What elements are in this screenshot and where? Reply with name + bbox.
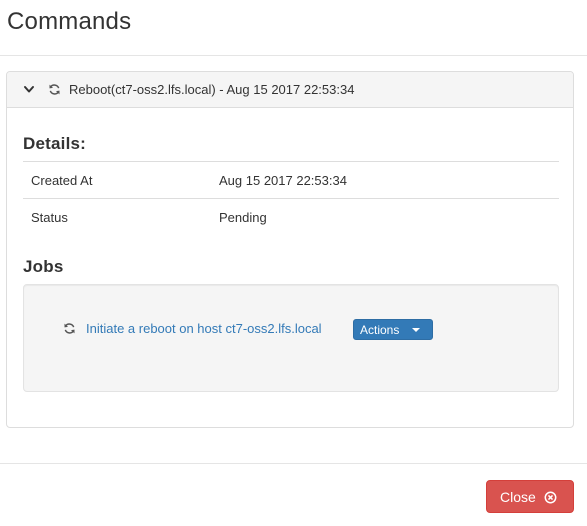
command-panel: Reboot(ct7-oss2.lfs.local) - Aug 15 2017… bbox=[6, 71, 574, 428]
times-circle-icon bbox=[544, 491, 557, 504]
status-value: Pending bbox=[219, 210, 267, 225]
close-label: Close bbox=[500, 489, 536, 505]
command-heading: Reboot(ct7-oss2.lfs.local) - Aug 15 2017… bbox=[69, 82, 355, 97]
actions-dropdown-button[interactable]: Actions bbox=[353, 319, 433, 340]
details-title: Details: bbox=[23, 134, 87, 153]
jobs-well: Initiate a reboot on host ct7-oss2.lfs.l… bbox=[23, 284, 559, 392]
actions-label: Actions bbox=[360, 322, 400, 337]
commands-modal: Commands Reboot(ct7-oss2.lfs.local) - Au… bbox=[0, 0, 587, 526]
job-link[interactable]: Initiate a reboot on host ct7-oss2.lfs.l… bbox=[86, 321, 322, 336]
jobs-title: Jobs bbox=[23, 257, 64, 276]
modal-footer: Close bbox=[0, 463, 587, 526]
caret-down-icon bbox=[412, 328, 420, 332]
modal-title: Commands bbox=[7, 8, 132, 35]
details-table: Created At Aug 15 2017 22:53:34 Status P… bbox=[23, 161, 559, 235]
table-row: Created At Aug 15 2017 22:53:34 bbox=[23, 161, 559, 198]
status-label: Status bbox=[31, 210, 68, 225]
command-panel-heading[interactable]: Reboot(ct7-oss2.lfs.local) - Aug 15 2017… bbox=[7, 72, 573, 108]
close-button[interactable]: Close bbox=[486, 480, 574, 513]
created-at-label: Created At bbox=[31, 173, 93, 188]
created-at-value: Aug 15 2017 22:53:34 bbox=[219, 173, 347, 188]
chevron-down-icon[interactable] bbox=[23, 83, 35, 95]
refresh-icon bbox=[64, 323, 75, 334]
table-row: Status Pending bbox=[23, 198, 559, 235]
refresh-icon bbox=[49, 84, 60, 95]
modal-header: Commands bbox=[0, 0, 587, 56]
